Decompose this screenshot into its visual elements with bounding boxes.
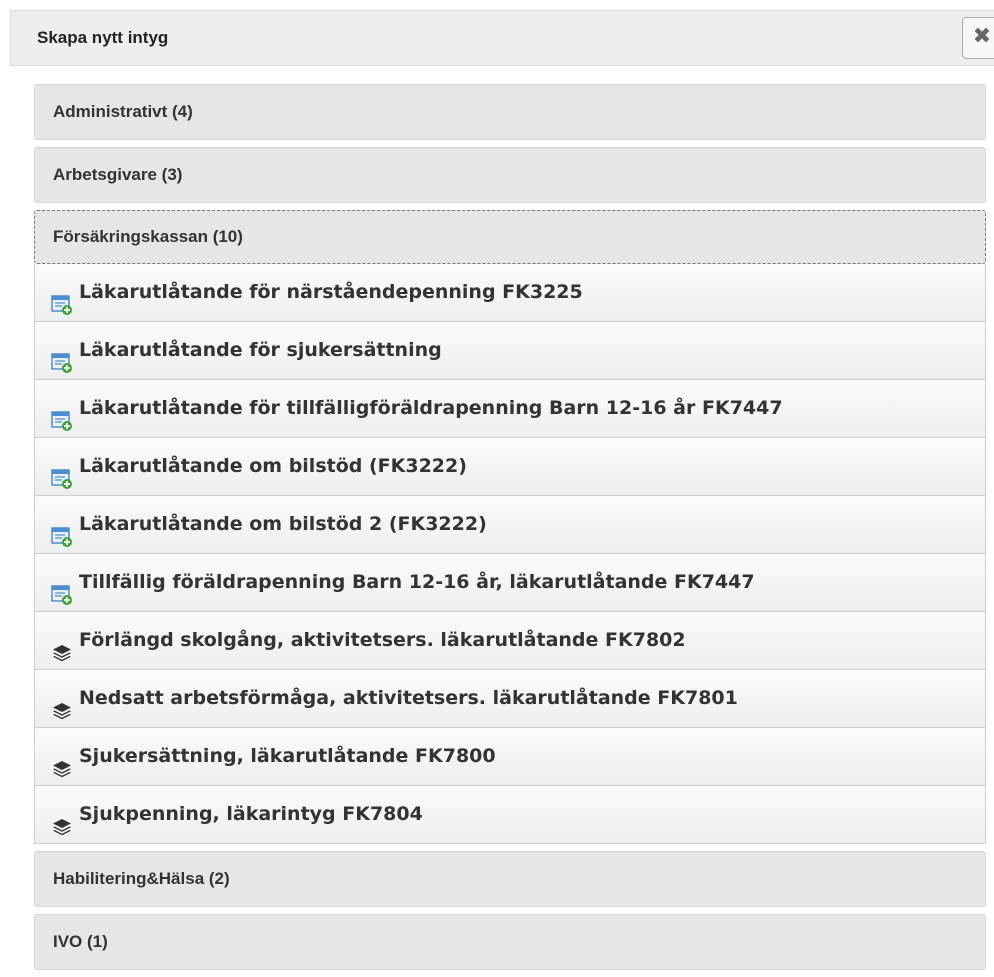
close-icon: ✖ [972,24,992,49]
category-administrativt[interactable]: Administrativt (4) [34,84,986,140]
list-item[interactable]: Läkarutlåtande för sjukersättning [34,322,986,380]
dialog-header: Skapa nytt intyg ✖ [10,10,994,66]
list-item-label: Sjukersättning, läkarutlåtande FK7800 [79,745,496,767]
list-item[interactable]: Förlängd skolgång, aktivitetsers. läkaru… [34,612,986,670]
certificate-category-list: Administrativt (4) Arbetsgivare (3) Förs… [34,84,986,977]
form-add-icon [51,282,73,315]
form-add-icon [51,456,73,489]
list-item-label: Nedsatt arbetsförmåga, aktivitetsers. lä… [79,687,738,709]
list-item-label: Läkarutlåtande för tillfälligföräldrapen… [79,397,783,419]
list-item[interactable]: Läkarutlåtande för tillfälligföräldrapen… [34,380,986,438]
list-item[interactable]: Sjukpenning, läkarintyg FK7804 [34,786,986,844]
form-add-icon [51,340,73,373]
list-item-label: Läkarutlåtande om bilstöd 2 (FK3222) [79,513,487,535]
list-item[interactable]: Sjukersättning, läkarutlåtande FK7800 [34,728,986,786]
list-item-label: Läkarutlåtande för sjukersättning [79,339,442,361]
form-add-icon [51,572,73,605]
form-add-icon [51,398,73,431]
list-item[interactable]: Tillfällig föräldrapenning Barn 12-16 år… [34,554,986,612]
list-item-label: Tillfällig föräldrapenning Barn 12-16 år… [79,571,755,593]
category-forsakringskassan[interactable]: Försäkringskassan (10) [34,210,986,264]
form-add-icon [51,514,73,547]
layers-icon [51,804,73,836]
category-habilitering-halsa[interactable]: Habilitering&Hälsa (2) [34,851,986,907]
close-button[interactable]: ✖ [962,17,994,59]
dialog-title: Skapa nytt intyg [37,28,169,47]
layers-icon [51,746,73,778]
list-item-label: Läkarutlåtande för närståendepenning FK3… [79,281,583,303]
list-item[interactable]: Läkarutlåtande för närståendepenning FK3… [34,264,986,322]
list-item-label: Förlängd skolgång, aktivitetsers. läkaru… [79,629,686,651]
list-item-label: Sjukpenning, läkarintyg FK7804 [79,803,423,825]
list-item[interactable]: Läkarutlåtande om bilstöd (FK3222) [34,438,986,496]
list-item-label: Läkarutlåtande om bilstöd (FK3222) [79,455,467,477]
list-item[interactable]: Läkarutlåtande om bilstöd 2 (FK3222) [34,496,986,554]
category-ivo[interactable]: IVO (1) [34,914,986,970]
list-item[interactable]: Nedsatt arbetsförmåga, aktivitetsers. lä… [34,670,986,728]
layers-icon [51,688,73,720]
category-arbetsgivare[interactable]: Arbetsgivare (3) [34,147,986,203]
layers-icon [51,630,73,662]
